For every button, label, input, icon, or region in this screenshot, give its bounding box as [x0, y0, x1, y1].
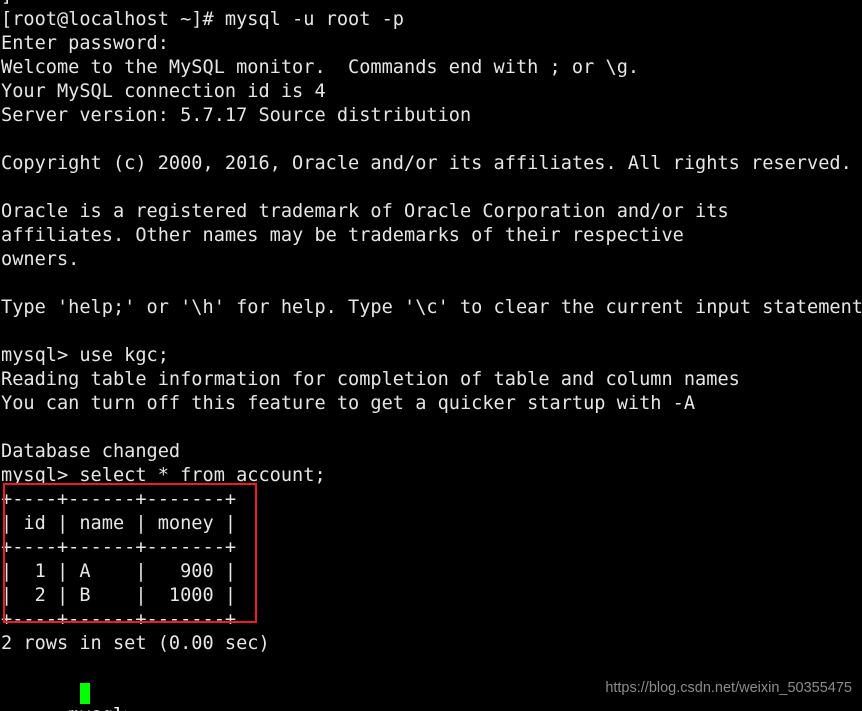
result-table-header-separator: +----+------+-------+ — [1, 537, 237, 558]
terminal-line-blank-6 — [0, 656, 862, 680]
terminal-line-blank-2 — [0, 176, 862, 200]
terminal-line-blank-1 — [0, 128, 862, 152]
terminal-line-shell-prompt-login: [root@localhost ~]# mysql -u root -p — [1, 9, 404, 30]
result-table-row-2: | 2 | B | 1000 | — [1, 585, 237, 606]
result-table-top-border: +----+------+-------+ — [1, 489, 237, 510]
terminal-line-password-prompt: Enter password: — [1, 33, 169, 54]
terminal-line-reading-tables-2: You can turn off this feature to get a q… — [1, 393, 696, 414]
terminal-line-blank-3 — [0, 272, 862, 296]
block-cursor-icon — [80, 683, 90, 704]
terminal-screen: ] [root@localhost ~]# mysql -u root -p E… — [0, 0, 862, 711]
terminal-line-reading-tables-1: Reading table information for completion… — [1, 369, 740, 390]
terminal-line-help-hint: Type 'help;' or '\h' for help. Type '\c'… — [1, 297, 862, 318]
terminal-line-trademark-1: Oracle is a registered trademark of Orac… — [1, 201, 729, 222]
result-table-bottom-border: +----+------+-------+ — [1, 609, 237, 630]
terminal-line-database-changed: Database changed — [1, 441, 181, 462]
terminal-line-copyright: Copyright (c) 2000, 2016, Oracle and/or … — [1, 153, 852, 174]
terminal-line-trademark-3: owners. — [1, 249, 80, 270]
result-table-row-1: | 1 | A | 900 | — [1, 561, 237, 582]
watermark-text: https://blog.csdn.net/weixin_50355475 — [605, 680, 852, 696]
result-row-count: 2 rows in set (0.00 sec) — [1, 633, 270, 654]
terminal-line-trademark-2: affiliates. Other names may be trademark… — [1, 225, 684, 246]
mysql-prompt-label: mysql> — [68, 705, 146, 711]
terminal-window[interactable]: ] [root@localhost ~]# mysql -u root -p E… — [0, 0, 862, 711]
terminal-line-blank-5 — [0, 416, 862, 440]
terminal-line-welcome: Welcome to the MySQL monitor. Commands e… — [1, 57, 640, 78]
terminal-line-connection-id: Your MySQL connection id is 4 — [1, 81, 326, 102]
terminal-line-select-command: mysql> select * from account; — [1, 465, 326, 486]
terminal-line-partial-top: ] — [0, 0, 862, 8]
result-table-header-row: | id | name | money | — [1, 513, 237, 534]
terminal-line-blank-4 — [0, 320, 862, 344]
terminal-line-use-database-command: mysql> use kgc; — [1, 345, 169, 366]
terminal-line-server-version: Server version: 5.7.17 Source distributi… — [1, 105, 472, 126]
